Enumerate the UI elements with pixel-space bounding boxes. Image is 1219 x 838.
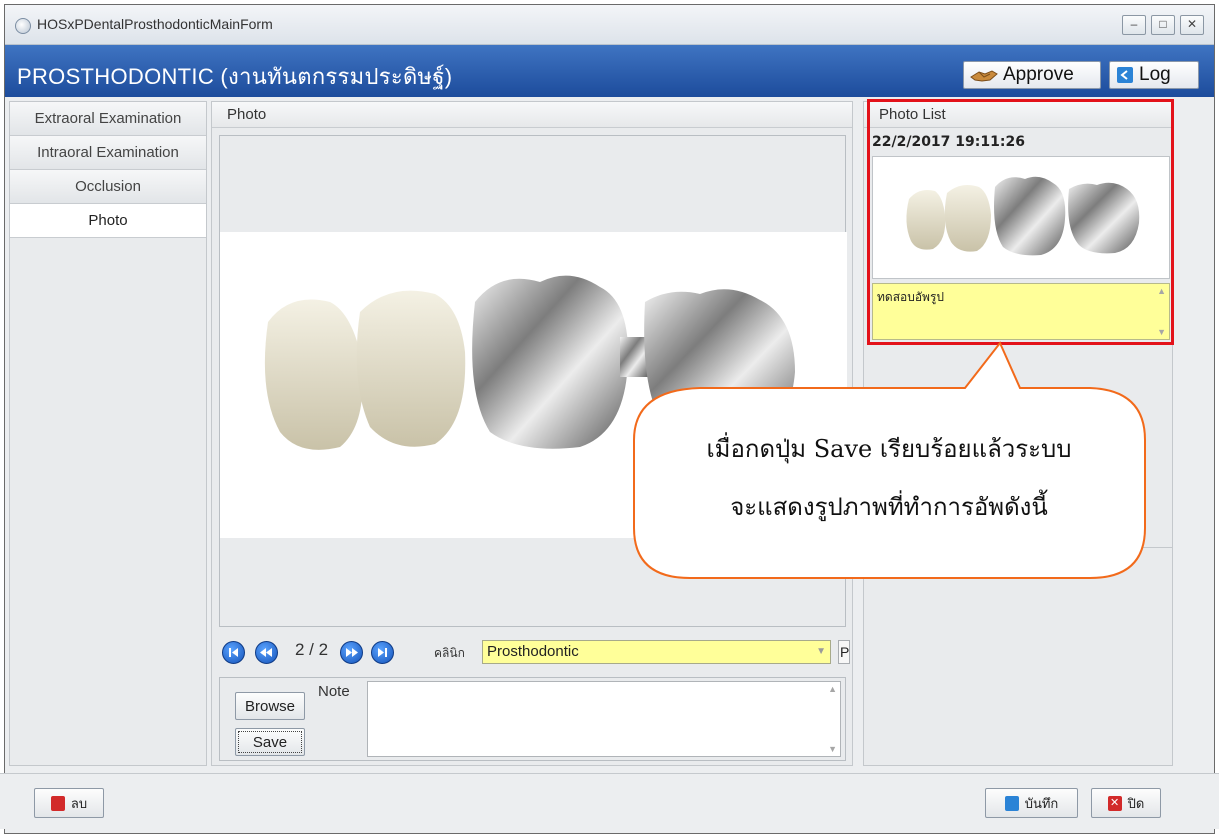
close-label: ปิด [1127, 795, 1145, 811]
note-label: Note [318, 683, 350, 700]
fast-forward-icon [346, 648, 358, 657]
close-window-button[interactable]: ✕ [1180, 15, 1204, 35]
minimize-button[interactable]: – [1122, 15, 1146, 35]
trash-icon [50, 795, 65, 811]
chevron-down-icon: ▼ [816, 646, 826, 657]
app-icon [15, 18, 31, 34]
section-tabs: Extraoral Examination Intraoral Examinat… [9, 101, 207, 766]
browse-button[interactable]: Browse [235, 692, 305, 720]
previous-photo-button[interactable] [255, 641, 278, 664]
save-photo-button[interactable]: Save [235, 728, 305, 756]
photo-navigator: 2 / 2 คลินิก Prosthodontic ▼ P [219, 630, 850, 674]
photo-counter: 2 / 2 [295, 640, 329, 659]
last-photo-button[interactable] [371, 641, 394, 664]
tab-extraoral-examination[interactable]: Extraoral Examination [10, 102, 206, 136]
handshake-icon [970, 70, 998, 82]
close-icon: ✕ [1107, 795, 1122, 811]
log-label: Log [1139, 64, 1171, 85]
approve-button[interactable]: Approve [963, 61, 1101, 89]
clinic-select[interactable]: Prosthodontic ▼ [482, 640, 831, 664]
callout-line-2: จะแสดงรูปภาพที่ทำการอัพดังนี้ [730, 493, 1048, 521]
scroll-up-icon[interactable]: ▲ [828, 684, 837, 694]
callout-text: เมื่อกดปุ่ม Save เรียบร้อยแล้วระบบ จะแสด… [634, 420, 1144, 536]
close-button[interactable]: ✕ ปิด [1091, 788, 1161, 818]
photo-list-note[interactable]: ทดสอบอัพรูป ▲ ▼ [872, 283, 1170, 340]
rewind-icon [260, 648, 272, 657]
tab-photo[interactable]: Photo [10, 204, 206, 238]
save-disk-icon [1004, 795, 1019, 811]
maximize-button[interactable]: □ [1151, 15, 1175, 35]
page-title: PROSTHODONTIC (งานทันตกรรมประดิษฐ์) [17, 64, 453, 89]
clinic-label: คลินิก [434, 646, 465, 660]
tab-occlusion[interactable]: Occlusion [10, 170, 206, 204]
scroll-up-icon[interactable]: ▲ [1157, 286, 1166, 296]
delete-button[interactable]: ลบ [34, 788, 104, 818]
note-section: Browse Save Note ▲ ▼ [219, 677, 846, 761]
photo-thumbnail[interactable] [872, 156, 1170, 279]
delete-label: ลบ [70, 795, 88, 811]
callout-line-1: เมื่อกดปุ่ม Save เรียบร้อยแล้วระบบ [706, 435, 1072, 463]
title-bar: HOSxPDentalProsthodonticMainForm – □ ✕ [5, 5, 1214, 45]
next-photo-button[interactable] [340, 641, 363, 664]
photo-list-title: Photo List [864, 102, 1172, 128]
skip-last-icon [378, 648, 387, 657]
scroll-down-icon[interactable]: ▼ [1157, 327, 1166, 337]
clipped-field[interactable]: P [838, 640, 850, 664]
approve-label: Approve [1003, 64, 1074, 85]
record-label: บันทึก [1024, 795, 1059, 811]
clinic-value: Prosthodontic [487, 643, 579, 660]
log-button[interactable]: Log [1109, 61, 1199, 89]
photo-viewer [219, 135, 847, 627]
photo-timestamp: 22/2/2017 19:11:26 [872, 134, 1025, 150]
photo-list-note-text: ทดสอบอัพรูป [877, 290, 945, 304]
form-header: PROSTHODONTIC (งานทันตกรรมประดิษฐ์) Appr… [5, 45, 1214, 97]
footer-bar: ลบ บันทึก ✕ ปิด [0, 773, 1219, 829]
log-icon [1117, 67, 1133, 83]
window-title: HOSxPDentalProsthodonticMainForm [37, 16, 273, 32]
skip-first-icon [229, 648, 238, 657]
scroll-down-icon[interactable]: ▼ [828, 744, 837, 754]
record-button[interactable]: บันทึก [985, 788, 1078, 818]
tab-intraoral-examination[interactable]: Intraoral Examination [10, 136, 206, 170]
first-photo-button[interactable] [222, 641, 245, 664]
note-field[interactable]: ▲ ▼ [367, 681, 841, 757]
photo-panel-title: Photo [212, 102, 852, 128]
